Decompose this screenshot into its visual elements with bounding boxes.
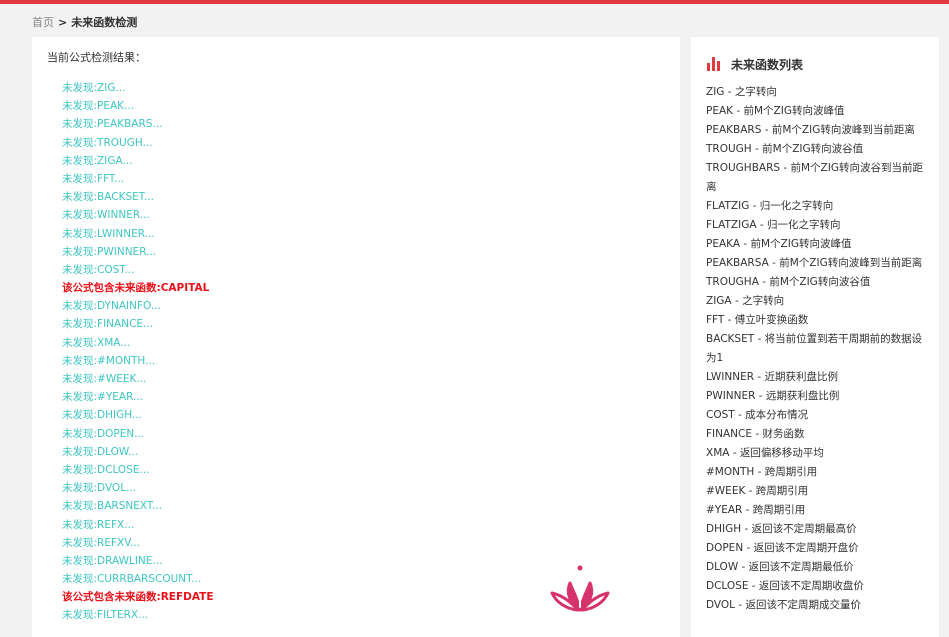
- result-item: 未发现:DYNAINFO...: [62, 300, 161, 313]
- result-item: 未发现:FINANCE...: [62, 318, 154, 331]
- future-function-item[interactable]: DOPEN - 返回该不定周期开盘价: [706, 539, 930, 558]
- result-item: 未发现:PEAK...: [62, 100, 135, 113]
- future-function-item[interactable]: PEAK - 前M个ZIG转向波峰值: [706, 102, 930, 121]
- future-function-item[interactable]: FLATZIG - 归一化之字转向: [706, 197, 930, 216]
- breadcrumb-home-link[interactable]: 首页: [32, 16, 54, 29]
- result-item: 未发现:DCLOSE...: [62, 463, 150, 476]
- future-function-item[interactable]: FFT - 傅立叶变换函数: [706, 311, 930, 330]
- result-item: 未发现:FFT...: [62, 172, 125, 185]
- result-item: 未发现:XMA...: [62, 336, 131, 349]
- future-function-item[interactable]: ZIG - 之字转向: [706, 83, 930, 102]
- future-function-item[interactable]: PWINNER - 远期获利盘比例: [706, 387, 930, 406]
- result-item: 未发现:#YEAR...: [62, 391, 144, 404]
- result-item: 未发现:DHIGH...: [62, 409, 142, 422]
- result-item: 未发现:DOPEN...: [62, 427, 145, 440]
- result-item: 未发现:ZIG...: [62, 82, 126, 94]
- future-function-item[interactable]: #YEAR - 跨周期引用: [706, 501, 930, 520]
- result-item: 未发现:WINNER...: [62, 209, 150, 222]
- results-title: 当前公式检测结果：: [47, 51, 146, 64]
- future-function-item[interactable]: FLATZIGA - 归一化之字转向: [706, 216, 930, 235]
- future-function-item[interactable]: DLOW - 返回该不定周期最低价: [706, 558, 930, 577]
- sidebar-title: 未来函数列表: [731, 57, 804, 72]
- result-item: 未发现:FILTERX...: [62, 609, 149, 622]
- lotus-logo-icon: [550, 565, 610, 612]
- future-function-sidebar: 未来函数列表 ZIG - 之字转向 PEAK - 前M个ZIG转向波峰值 PEAKB…: [691, 37, 939, 637]
- future-function-item[interactable]: FINANCE - 财务函数: [706, 425, 930, 444]
- bar-chart-icon: [707, 57, 721, 71]
- top-accent-bar: [0, 0, 949, 4]
- result-item: 未发现:TROUGH...: [62, 136, 153, 149]
- results-panel: 当前公式检测结果： 未发现:ZIG... 未发现:PEAK... 未发现:PEAKB…: [32, 37, 680, 637]
- future-function-item[interactable]: BACKSET - 将当前位置到若干周期前的数据设为1: [706, 330, 930, 368]
- future-function-item[interactable]: LWINNER - 近期获利盘比例: [706, 368, 930, 387]
- result-item: 未发现:#MONTH...: [62, 354, 156, 367]
- result-item-found: 该公式包含未来函数:CAPITAL: [62, 282, 210, 295]
- future-function-item[interactable]: TROUGH - 前M个ZIG转向波谷值: [706, 140, 930, 159]
- result-item: 未发现:ZIGA...: [62, 154, 133, 167]
- results-list: 未发现:ZIG... 未发现:PEAK... 未发现:PEAKBARS... 未发现:…: [62, 79, 214, 625]
- result-item: 未发现:PEAKBARS...: [62, 118, 163, 131]
- future-function-list: ZIG - 之字转向 PEAK - 前M个ZIG转向波峰值 PEAKBARS - 前…: [706, 83, 930, 615]
- breadcrumb: 首页 > 未来函数检测: [32, 16, 137, 30]
- future-function-item[interactable]: COST - 成本分布情况: [706, 406, 930, 425]
- breadcrumb-current: 未来函数检测: [71, 16, 138, 29]
- result-item: 未发现:COST...: [62, 263, 135, 276]
- result-item: 未发现:BACKSET...: [62, 191, 154, 204]
- future-function-item[interactable]: ZIGA - 之字转向: [706, 292, 930, 311]
- result-item: 未发现:REFXV...: [62, 536, 141, 549]
- result-item: 未发现:DVOL...: [62, 482, 137, 495]
- result-item-found: 该公式包含未来函数:REFDATE: [62, 591, 214, 604]
- breadcrumb-separator: >: [58, 16, 68, 29]
- result-item: 未发现:LWINNER...: [62, 227, 155, 240]
- result-item: 未发现:PWINNER...: [62, 245, 157, 258]
- future-function-item[interactable]: PEAKA - 前M个ZIG转向波峰值: [706, 235, 930, 254]
- result-item: 未发现:REFX...: [62, 518, 135, 531]
- future-function-item[interactable]: #WEEK - 跨周期引用: [706, 482, 930, 501]
- future-function-item[interactable]: XMA - 返回偏移移动平均: [706, 444, 930, 463]
- future-function-item[interactable]: TROUGHBARS - 前M个ZIG转向波谷到当前距离: [706, 159, 930, 197]
- result-item: 未发现:CURRBARSCOUNT...: [62, 573, 202, 586]
- future-function-item[interactable]: TROUGHA - 前M个ZIG转向波谷值: [706, 273, 930, 292]
- result-item: 未发现:DLOW...: [62, 445, 139, 458]
- result-item: 未发现:DRAWLINE...: [62, 554, 163, 567]
- result-item: 未发现:BARSNEXT...: [62, 500, 163, 513]
- future-function-item[interactable]: #MONTH - 跨周期引用: [706, 463, 930, 482]
- future-function-item[interactable]: PEAKBARSA - 前M个ZIG转向波峰到当前距离: [706, 254, 930, 273]
- future-function-item[interactable]: DVOL - 返回该不定周期成交量价: [706, 596, 930, 615]
- result-item: 未发现:#WEEK...: [62, 373, 147, 385]
- future-function-item[interactable]: DCLOSE - 返回该不定周期收盘价: [706, 577, 930, 596]
- future-function-item[interactable]: DHIGH - 返回该不定周期最高价: [706, 520, 930, 539]
- future-function-item[interactable]: PEAKBARS - 前M个ZIG转向波峰到当前距离: [706, 121, 930, 140]
- sidebar-header: 未来函数列表: [707, 56, 803, 72]
